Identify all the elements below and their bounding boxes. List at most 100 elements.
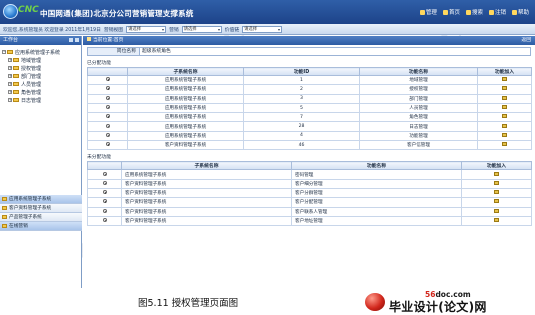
- folder-icon: [13, 97, 19, 103]
- tree-item-auth[interactable]: + 授权管理: [2, 64, 79, 72]
- close-icon[interactable]: [75, 38, 79, 42]
- collapse-icon[interactable]: [69, 38, 73, 42]
- top-links: 管理 首页 搜索 注销 帮助: [419, 8, 529, 16]
- plus-icon[interactable]: +: [8, 90, 12, 94]
- add-function-icon[interactable]: [494, 208, 499, 213]
- table-row[interactable]: 应用系统管理子系统 4 功能管理: [87, 130, 532, 142]
- table-row[interactable]: 客户资料管理子系统 客户分配管理: [87, 197, 532, 208]
- table-row[interactable]: 客户资料管理子系统 客户联系人管理: [87, 206, 532, 217]
- cell-id: 7: [243, 112, 360, 123]
- add-function-icon[interactable]: [494, 190, 499, 195]
- table-row[interactable]: 客户资料管理子系统 46 客户信管理: [87, 140, 532, 151]
- nav-item-label: 在线营销: [9, 224, 28, 229]
- cell-subsystem: 应用系统管理子系统: [127, 93, 244, 104]
- add-function-icon[interactable]: [502, 86, 507, 91]
- top-link-help[interactable]: 帮助: [511, 8, 529, 16]
- marketing-select[interactable]: 请选择: [181, 25, 222, 33]
- add-function-icon[interactable]: [494, 218, 499, 222]
- figure-caption: 图5.11 授权管理页面图: [138, 298, 239, 309]
- plus-icon[interactable]: +: [8, 66, 12, 70]
- help-icon: [511, 9, 517, 15]
- table-row[interactable]: 应用系统管理子系统 1 地域管理: [87, 74, 532, 86]
- plus-icon[interactable]: +: [8, 58, 12, 62]
- brand-globe-icon: [365, 293, 385, 311]
- row-radio[interactable]: [105, 105, 110, 110]
- tree-item-log[interactable]: + 日志管理: [2, 96, 79, 104]
- table-row[interactable]: 客户资料管理子系统 客户地址管理: [87, 215, 532, 227]
- top-link-home[interactable]: 首页: [442, 8, 460, 16]
- row-radio[interactable]: [105, 77, 110, 82]
- logo-globe-icon: [3, 4, 18, 19]
- folder-icon: [2, 206, 7, 210]
- folder-icon: [13, 81, 19, 87]
- table-row[interactable]: 应用系统管理子系统 3 部门管理: [87, 93, 532, 104]
- add-function-icon[interactable]: [494, 171, 499, 176]
- nav-item-app-mgmt[interactable]: 应用系统管理子系统: [0, 195, 82, 204]
- minus-icon[interactable]: −: [2, 50, 6, 54]
- table-row[interactable]: 应用系统管理子系统 2 授权管理: [87, 84, 532, 95]
- add-function-icon[interactable]: [494, 199, 499, 204]
- cell-subsystem: 应用系统管理子系统: [121, 169, 292, 180]
- row-radio[interactable]: [102, 180, 107, 185]
- row-radio[interactable]: [105, 123, 110, 128]
- top-link-manage[interactable]: 管理: [419, 8, 437, 16]
- table-row[interactable]: 应用系统管理子系统 7 角色管理: [87, 112, 532, 123]
- table-row[interactable]: 客户资料管理子系统 客户细分管理: [87, 178, 532, 189]
- cell-subsystem: 客户资料管理子系统: [121, 178, 292, 189]
- table-row[interactable]: 客户资料管理子系统 客户分群管理: [87, 187, 532, 199]
- table-row[interactable]: 应用系统管理子系统 密码管理: [87, 169, 532, 180]
- nav-item-label: 产品管理子系统: [9, 215, 42, 220]
- cell-name: 授权管理: [359, 84, 478, 95]
- row-radio[interactable]: [105, 95, 110, 100]
- top-link-logout[interactable]: 注销: [488, 8, 506, 16]
- add-function-icon[interactable]: [502, 77, 507, 82]
- back-link[interactable]: 返回: [521, 36, 531, 45]
- row-radio[interactable]: [105, 132, 110, 137]
- row-radio[interactable]: [102, 171, 107, 176]
- cell-id: 4: [243, 130, 360, 142]
- add-function-icon[interactable]: [502, 95, 507, 100]
- add-function-icon[interactable]: [502, 105, 507, 110]
- tree-item-role[interactable]: + 角色管理: [2, 88, 79, 96]
- plus-icon[interactable]: +: [8, 98, 12, 102]
- column-header: 功能加入: [477, 67, 532, 76]
- row-radio[interactable]: [105, 142, 110, 147]
- row-radio[interactable]: [102, 190, 107, 195]
- cell-subsystem: 应用系统管理子系统: [127, 112, 244, 123]
- add-function-icon[interactable]: [494, 180, 499, 185]
- row-radio[interactable]: [102, 218, 107, 222]
- top-link-label: 管理: [425, 10, 437, 16]
- row-radio[interactable]: [102, 199, 107, 204]
- row-radio[interactable]: [105, 86, 110, 91]
- cell-subsystem: 应用系统管理子系统: [127, 74, 244, 86]
- tree-item-dept[interactable]: + 部门管理: [2, 72, 79, 80]
- nav-item-product[interactable]: 产品管理子系统: [0, 213, 82, 222]
- table-row[interactable]: 应用系统管理子系统 5 人员管理: [87, 102, 532, 114]
- value-chain-select[interactable]: 请选择: [242, 25, 283, 33]
- column-header: 功能加入: [461, 161, 532, 171]
- marketing-view-select[interactable]: 请选择: [126, 25, 167, 33]
- row-radio[interactable]: [105, 114, 110, 119]
- add-function-icon[interactable]: [502, 123, 507, 128]
- nav-item-online[interactable]: 在线营销: [0, 222, 82, 231]
- tree-item-label: 授权管理: [21, 65, 42, 72]
- brand-logo: 56doc.com 毕业设计(论文)网: [365, 290, 525, 314]
- cell-id: 1: [243, 74, 360, 86]
- tree-item-region[interactable]: + 地域管理: [2, 56, 79, 64]
- add-function-icon[interactable]: [502, 142, 507, 147]
- plus-icon[interactable]: +: [8, 74, 12, 78]
- tree-item-label: 日志管理: [21, 97, 42, 104]
- panel-title: 工作台: [3, 37, 19, 43]
- top-link-label: 搜索: [471, 10, 483, 16]
- tree-item-root[interactable]: − 应用系统管理子系统: [2, 48, 79, 56]
- tree-item-staff[interactable]: + 人员管理: [2, 80, 79, 88]
- table-row[interactable]: 应用系统管理子系统 28 日志管理: [87, 121, 532, 132]
- row-radio[interactable]: [102, 208, 107, 213]
- nav-item-customer[interactable]: 客户资料管理子系统: [0, 204, 82, 213]
- folder-icon: [2, 197, 7, 201]
- plus-icon[interactable]: +: [8, 82, 12, 86]
- add-function-icon[interactable]: [502, 132, 507, 137]
- column-header: 子系统名称: [121, 161, 292, 171]
- top-link-search[interactable]: 搜索: [465, 8, 483, 16]
- add-function-icon[interactable]: [502, 114, 507, 119]
